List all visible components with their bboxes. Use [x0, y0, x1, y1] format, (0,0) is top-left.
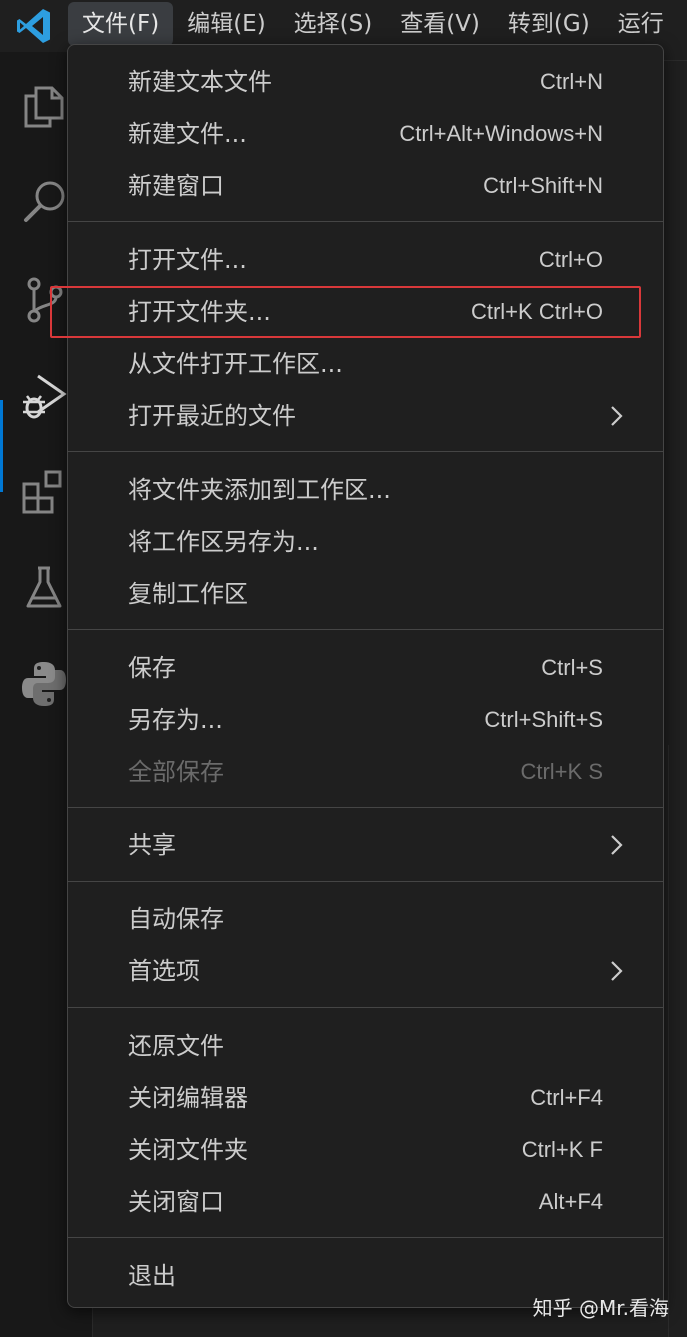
search-icon[interactable]: [18, 176, 70, 228]
menu-item-shortcut: Ctrl+Shift+N: [483, 173, 603, 198]
menu-item-label: 打开文件...: [128, 246, 247, 274]
menu-item-new-text-file[interactable]: 新建文本文件 Ctrl+N: [68, 56, 663, 108]
menu-item-new-window[interactable]: 新建窗口 Ctrl+Shift+N: [68, 160, 663, 212]
chevron-right-icon: [611, 835, 623, 855]
menu-item-label: 新建文本文件: [128, 68, 272, 96]
menu-item-shortcut: Ctrl+K Ctrl+O: [470, 299, 603, 324]
chevron-right-icon: [611, 961, 623, 981]
editor-border: [664, 60, 687, 61]
menu-separator: [68, 221, 663, 222]
python-icon[interactable]: [18, 658, 70, 710]
menu-item-label: 关闭编辑器: [128, 1084, 248, 1112]
menu-item-label: 还原文件: [128, 1032, 224, 1060]
menu-item-save[interactable]: 保存 Ctrl+S: [68, 642, 663, 694]
menu-item-label: 复制工作区: [128, 580, 248, 608]
menu-item-label: 保存: [128, 654, 176, 682]
menu-item-save-as[interactable]: 另存为... Ctrl+Shift+S: [68, 694, 663, 746]
menu-item-close-folder[interactable]: 关闭文件夹 Ctrl+K F: [68, 1124, 663, 1176]
menu-item-open-recent[interactable]: 打开最近的文件: [68, 390, 663, 442]
menu-item-label: 打开文件夹...: [128, 298, 271, 326]
menu-separator: [68, 629, 663, 630]
source-control-icon[interactable]: [18, 274, 70, 326]
menu-separator: [68, 807, 663, 808]
menu-item-open-workspace-from-file[interactable]: 从文件打开工作区...: [68, 338, 663, 390]
menu-separator: [68, 1007, 663, 1008]
menu-item-auto-save[interactable]: 自动保存: [68, 893, 663, 945]
menu-view[interactable]: 查看(V): [386, 2, 494, 46]
menu-item-duplicate-workspace[interactable]: 复制工作区: [68, 568, 663, 620]
menu-item-shortcut: Ctrl+K S: [520, 759, 603, 784]
menu-item-preferences[interactable]: 首选项: [68, 945, 663, 997]
file-menu-dropdown: 新建文本文件 Ctrl+N 新建文件... Ctrl+Alt+Windows+N…: [67, 44, 664, 1308]
menu-item-revert-file[interactable]: 还原文件: [68, 1020, 663, 1072]
menu-item-shortcut: Alt+F4: [538, 1189, 603, 1214]
menu-item-shortcut: Ctrl+K F: [521, 1137, 603, 1162]
menu-selection[interactable]: 选择(S): [280, 2, 387, 46]
menu-item-label: 另存为...: [128, 706, 223, 734]
menu-item-open-folder[interactable]: 打开文件夹... Ctrl+K Ctrl+O: [68, 286, 663, 338]
vscode-logo-icon[interactable]: [14, 6, 54, 46]
menu-item-shortcut: Ctrl+N: [540, 69, 603, 94]
menu-item-label: 新建文件...: [128, 120, 247, 148]
extensions-icon[interactable]: [18, 466, 70, 518]
menu-item-label: 关闭窗口: [128, 1188, 224, 1216]
active-indicator: [0, 400, 3, 492]
menu-bar: 文件(F) 编辑(E) 选择(S) 查看(V) 转到(G) 运行: [68, 2, 678, 46]
menu-item-close-editor[interactable]: 关闭编辑器 Ctrl+F4: [68, 1072, 663, 1124]
menu-separator: [68, 451, 663, 452]
testing-flask-icon[interactable]: [18, 562, 70, 614]
menu-item-add-folder-to-workspace[interactable]: 将文件夹添加到工作区...: [68, 464, 663, 516]
menu-item-shortcut: Ctrl+O: [538, 247, 603, 272]
menu-item-label: 新建窗口: [128, 172, 224, 200]
menu-item-shortcut: Ctrl+Shift+S: [484, 707, 603, 732]
menu-item-close-window[interactable]: 关闭窗口 Alt+F4: [68, 1176, 663, 1228]
menu-separator: [68, 1237, 663, 1238]
menu-item-label: 全部保存: [128, 758, 224, 786]
menu-item-label: 打开最近的文件: [128, 402, 296, 430]
menu-item-label: 从文件打开工作区...: [128, 350, 343, 378]
menu-item-save-all: 全部保存 Ctrl+K S: [68, 746, 663, 798]
run-debug-icon[interactable]: [18, 370, 70, 422]
menu-item-label: 关闭文件夹: [128, 1136, 248, 1164]
files-icon[interactable]: [18, 80, 70, 132]
menu-separator: [68, 881, 663, 882]
menu-item-shortcut: Ctrl+Alt+Windows+N: [399, 121, 603, 146]
menu-run[interactable]: 运行: [604, 2, 678, 46]
menu-item-label: 共享: [128, 831, 176, 859]
menu-item-shortcut: Ctrl+F4: [530, 1085, 603, 1110]
chevron-right-icon: [611, 406, 623, 426]
menu-item-label: 首选项: [128, 957, 200, 985]
menu-item-save-workspace-as[interactable]: 将工作区另存为...: [68, 516, 663, 568]
menu-file[interactable]: 文件(F): [68, 2, 174, 46]
menu-item-label: 将文件夹添加到工作区...: [128, 476, 391, 504]
menu-item-shortcut: Ctrl+S: [541, 655, 603, 680]
menu-edit[interactable]: 编辑(E): [173, 2, 279, 46]
menu-item-share[interactable]: 共享: [68, 819, 663, 871]
menu-item-new-file[interactable]: 新建文件... Ctrl+Alt+Windows+N: [68, 108, 663, 160]
menu-item-open-file[interactable]: 打开文件... Ctrl+O: [68, 234, 663, 286]
watermark: 知乎 @Mr.看海: [532, 1296, 669, 1320]
editor-border: [668, 745, 669, 1337]
menu-item-label: 自动保存: [128, 905, 224, 933]
menu-go[interactable]: 转到(G): [494, 2, 604, 46]
menu-item-label: 退出: [128, 1262, 176, 1290]
menu-item-label: 将工作区另存为...: [128, 528, 319, 556]
